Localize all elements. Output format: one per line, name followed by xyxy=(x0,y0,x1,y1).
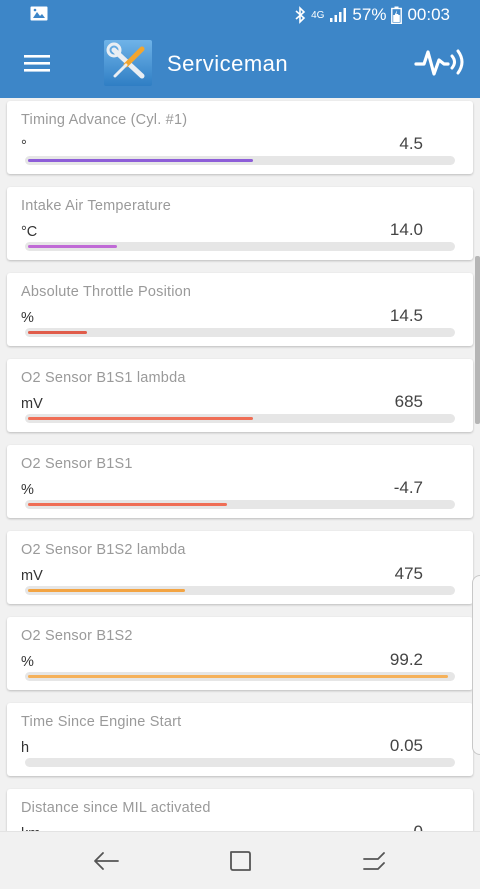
sensor-name: O2 Sensor B1S2 xyxy=(21,628,133,644)
sensor-card[interactable]: Intake Air Temperature °C 14.0 xyxy=(7,187,473,260)
sensor-name: O2 Sensor B1S2 lambda xyxy=(21,542,186,558)
clock: 00:03 xyxy=(407,5,450,24)
sensor-name: Time Since Engine Start xyxy=(21,714,182,730)
sensor-card[interactable]: Distance since MIL activatedkm0 xyxy=(7,789,473,831)
sensor-card[interactable]: Absolute Throttle Position% 14.5 xyxy=(7,273,473,346)
navigation-bar xyxy=(0,831,480,889)
sensor-progress-fill xyxy=(28,331,87,334)
sensor-value: 4.5 xyxy=(399,134,423,153)
edge-panel-handle[interactable] xyxy=(472,575,480,755)
sensor-progress-fill xyxy=(28,503,227,506)
sensor-card[interactable]: O2 Sensor B1S1 lambda mV 685 xyxy=(7,359,473,432)
sensor-value: -4.7 xyxy=(393,478,423,497)
sensor-value: 685 xyxy=(394,392,423,411)
scrollbar-thumb[interactable] xyxy=(475,256,480,424)
sensor-unit: % xyxy=(21,654,34,670)
sensor-value: 14.5 xyxy=(389,306,423,325)
sensor-value: 0.05 xyxy=(389,736,423,755)
sensor-progress-bar xyxy=(25,672,455,681)
sensor-progress-bar xyxy=(25,328,455,337)
back-icon xyxy=(94,852,119,870)
sensor-progress-fill xyxy=(28,589,185,592)
sensor-name: O2 Sensor B1S1 lambda xyxy=(21,370,186,386)
wrench-screwdriver-logo xyxy=(104,40,152,86)
bluetooth-icon xyxy=(295,6,306,24)
sensor-card[interactable]: Time Since Engine Start h 0.05 xyxy=(7,703,473,776)
sensor-progress-fill xyxy=(28,417,253,420)
recents-button[interactable] xyxy=(358,846,390,876)
sensor-name: Absolute Throttle Position xyxy=(21,284,192,300)
network-type: 4G xyxy=(311,9,325,21)
sensor-value: 14.0 xyxy=(389,220,423,239)
sensor-progress-fill xyxy=(28,675,448,678)
back-button[interactable] xyxy=(90,846,122,876)
sensor-unit: % xyxy=(21,310,34,326)
menu-icon[interactable] xyxy=(22,51,52,75)
sensor-unit: mV xyxy=(21,568,43,584)
sensor-progress-bar xyxy=(25,156,455,165)
sensor-progress-fill xyxy=(28,159,253,162)
battery-icon xyxy=(391,6,403,24)
sensor-card[interactable]: O2 Sensor B1S1% -4.7 xyxy=(7,445,473,518)
sensor-progress-bar xyxy=(25,414,455,423)
sensor-unit: ° xyxy=(21,138,27,154)
sensor-name: Intake Air Temperature xyxy=(21,198,172,214)
sensor-card[interactable]: O2 Sensor B1S2 lambda mV 475 xyxy=(7,531,473,604)
obd-connection-icon[interactable] xyxy=(414,44,468,80)
sensor-card[interactable]: O2 Sensor B1S2% 99.2 xyxy=(7,617,473,690)
sensor-card[interactable]: Timing Advance (Cyl. #1) ° 4.5 xyxy=(7,101,473,174)
sensor-progress-bar xyxy=(25,758,455,767)
image-icon xyxy=(30,6,48,21)
sensor-name: O2 Sensor B1S1 xyxy=(21,456,133,472)
sensor-unit: °C xyxy=(21,224,38,240)
sensor-value: 99.2 xyxy=(389,650,423,669)
sensor-progress-bar xyxy=(25,242,455,251)
sensor-value: 0 xyxy=(414,822,423,831)
sensor-value: 475 xyxy=(394,564,423,583)
app-bar: Serviceman xyxy=(0,30,480,98)
status-bar: 4G 57% 00:03 xyxy=(0,0,480,30)
recents-icon xyxy=(363,852,385,870)
signal-icon xyxy=(330,8,347,22)
sensor-unit: mV xyxy=(21,396,43,412)
sensor-unit: h xyxy=(21,740,30,756)
sensor-name: Timing Advance (Cyl. #1) xyxy=(21,112,188,128)
sensor-list[interactable]: Timing Advance (Cyl. #1) ° 4.5 Intake Air T… xyxy=(0,98,480,831)
sensor-progress-bar xyxy=(25,500,455,509)
app-title: Serviceman xyxy=(167,51,289,76)
sensor-progress-bar xyxy=(25,586,455,595)
sensor-progress-fill xyxy=(28,245,117,248)
sensor-unit: % xyxy=(21,482,34,498)
home-button[interactable] xyxy=(224,846,256,876)
home-icon xyxy=(230,851,251,871)
battery-percent: 57% xyxy=(352,5,387,24)
sensor-name: Distance since MIL activated xyxy=(21,800,211,816)
